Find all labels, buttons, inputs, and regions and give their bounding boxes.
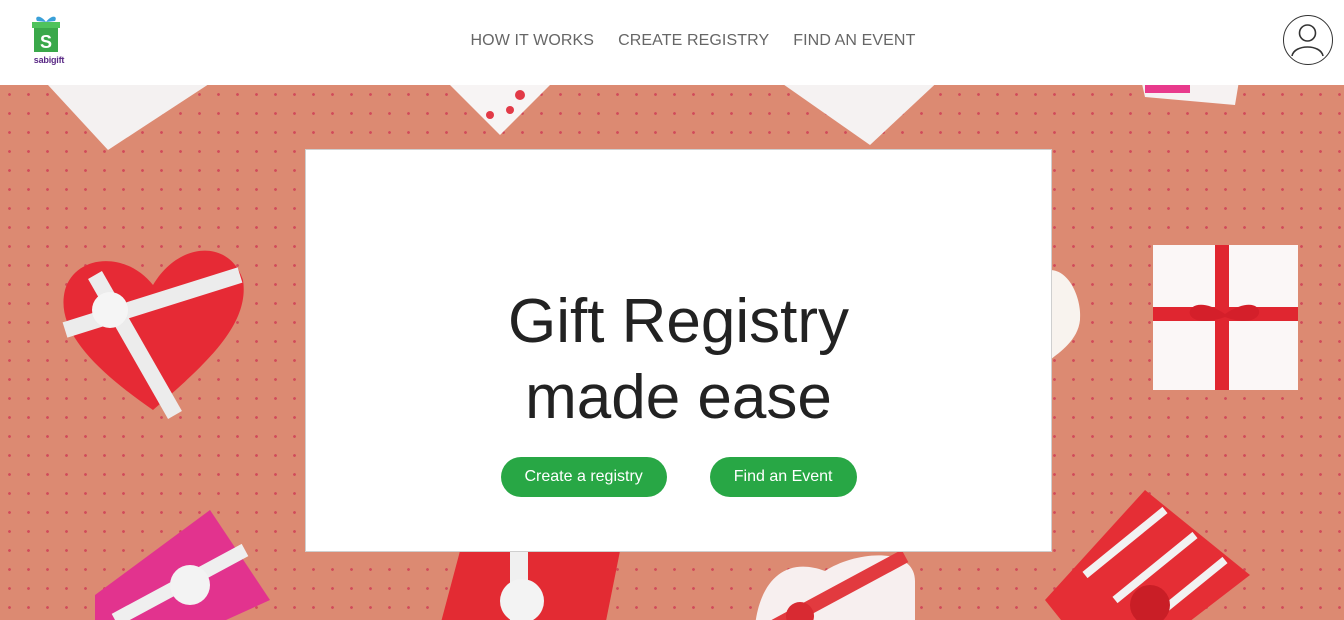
hero-card: Gift Registry made ease Create a registr…	[305, 149, 1052, 552]
hero-headline-line1: Gift Registry	[507, 287, 850, 356]
logo-word-sabi: sabi	[33, 55, 51, 65]
user-account-button[interactable]	[1283, 15, 1333, 65]
logo-word-gift: gift	[51, 55, 65, 65]
nav-find-an-event[interactable]: FIND AN EVENT	[793, 32, 915, 50]
hero-button-group: Create a registry Find an Event	[500, 457, 857, 497]
create-registry-button[interactable]: Create a registry	[500, 457, 667, 497]
main-nav: HOW IT WORKS CREATE REGISTRY FIND AN EVE…	[0, 32, 1344, 50]
nav-how-it-works[interactable]: HOW IT WORKS	[471, 32, 595, 50]
hero-section: Gift Registry made ease Create a registr…	[0, 85, 1344, 620]
user-avatar-icon	[1291, 24, 1324, 57]
decorative-gift-box-red-hearts	[441, 551, 620, 620]
decorative-heart-box-bottom	[755, 551, 915, 620]
hero-headline: Gift Registry made ease	[508, 284, 849, 436]
decorative-gift-box-top-far-right	[1142, 85, 1239, 105]
decorative-gift-box-pink	[95, 510, 270, 620]
decorative-heart-yellow-dots	[1050, 270, 1081, 360]
decorative-gift-box-red-bow	[1153, 245, 1298, 390]
decorative-gift-box-top-center	[450, 85, 550, 135]
site-header: S sabigift HOW IT WORKS CREATE REGISTRY …	[0, 0, 1344, 85]
hero-headline-line2: made ease	[525, 363, 832, 432]
logo-wordmark: sabigift	[30, 55, 68, 65]
decorative-gift-box-top-right	[784, 85, 935, 145]
decorative-gift-box-top-left	[48, 85, 208, 150]
decorative-heart-gift	[62, 250, 244, 419]
nav-create-registry[interactable]: CREATE REGISTRY	[618, 32, 769, 50]
find-event-button[interactable]: Find an Event	[709, 457, 857, 497]
decorative-gift-box-striped	[1045, 490, 1250, 620]
